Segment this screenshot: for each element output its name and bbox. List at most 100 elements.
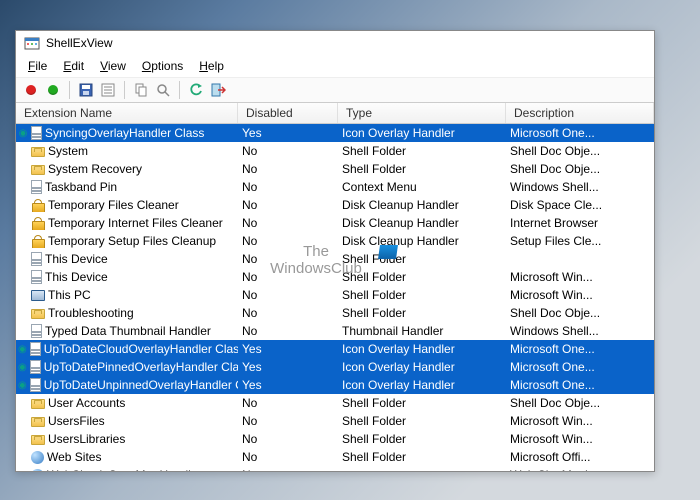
lock-icon <box>31 198 45 212</box>
menu-help[interactable]: Help <box>193 57 230 75</box>
table-row[interactable]: Temporary Files CleanerNoDisk Cleanup Ha… <box>16 196 654 214</box>
type-value: Disk Cleanup Handler <box>338 234 506 248</box>
disabled-value: No <box>238 306 338 320</box>
table-row[interactable]: This DeviceNoShell FolderMicrosoft Win..… <box>16 268 654 286</box>
table-row[interactable]: User AccountsNoShell FolderShell Doc Obj… <box>16 394 654 412</box>
header-type[interactable]: Type <box>338 103 506 123</box>
description-value: Microsoft One... <box>506 126 654 140</box>
extension-name: User Accounts <box>48 396 125 410</box>
disabled-value: No <box>238 144 338 158</box>
find-button[interactable] <box>154 81 172 99</box>
table-row[interactable]: UsersFilesNoShell FolderMicrosoft Win... <box>16 412 654 430</box>
table-row[interactable]: SystemNoShell FolderShell Doc Obje... <box>16 142 654 160</box>
menu-options[interactable]: Options <box>136 57 189 75</box>
extension-name: Temporary Files Cleaner <box>48 198 179 212</box>
disabled-value: No <box>238 432 338 446</box>
lock-icon <box>31 234 45 248</box>
description-value: Windows Shell... <box>506 324 654 338</box>
type-value: Shell Folder <box>338 288 506 302</box>
table-row[interactable]: ◉UpToDateCloudOverlayHandler ClassYesIco… <box>16 340 654 358</box>
description-value: Microsoft Win... <box>506 432 654 446</box>
description-value: Shell Doc Obje... <box>506 306 654 320</box>
save-button[interactable] <box>77 81 95 99</box>
folder-icon <box>31 435 45 445</box>
folder-icon <box>31 309 45 319</box>
description-value: Microsoft Offi... <box>506 450 654 464</box>
extension-name: Troubleshooting <box>48 306 134 320</box>
extension-name: Web Sites <box>47 450 101 464</box>
folder-icon <box>31 417 45 427</box>
disable-button[interactable] <box>22 81 40 99</box>
disabled-value: No <box>238 234 338 248</box>
table-row[interactable]: ◉SyncingOverlayHandler ClassYesIcon Over… <box>16 124 654 142</box>
table-row[interactable]: Troubleshooting NoShell FolderShell Doc O… <box>16 304 654 322</box>
table-row[interactable]: WebCheck SyncMgr HandlerNoWeb Site Moni.… <box>16 466 654 471</box>
type-value: Shell Folder <box>338 252 506 266</box>
table-row[interactable]: This PCNoShell FolderMicrosoft Win... <box>16 286 654 304</box>
extension-name: Temporary Setup Files Cleanup <box>48 234 216 248</box>
description-value: Shell Doc Obje... <box>506 396 654 410</box>
page-icon <box>31 126 42 140</box>
table-row[interactable]: System RecoveryNoShell FolderShell Doc O… <box>16 160 654 178</box>
disabled-value: Yes <box>238 378 338 392</box>
extension-name: Temporary Internet Files Cleaner <box>48 216 223 230</box>
type-value: Shell Folder <box>338 432 506 446</box>
disabled-value: No <box>238 288 338 302</box>
type-value: Context Menu <box>338 180 506 194</box>
table-row[interactable]: Typed Data Thumbnail HandlerNoThumbnail … <box>16 322 654 340</box>
copy-button[interactable] <box>132 81 150 99</box>
lock-icon <box>31 216 45 230</box>
type-value: Shell Folder <box>338 270 506 284</box>
type-value: Shell Folder <box>338 306 506 320</box>
globe-icon <box>31 469 44 472</box>
description-value: Disk Space Cle... <box>506 198 654 212</box>
app-window: ShellExView File Edit View Options Help <box>15 30 655 472</box>
extension-name: Typed Data Thumbnail Handler <box>45 324 211 338</box>
row-marker-icon: ◉ <box>18 380 27 391</box>
extension-name: WebCheck SyncMgr Handler <box>47 468 202 471</box>
disabled-value: Yes <box>238 126 338 140</box>
extension-name: System <box>48 144 88 158</box>
refresh-button[interactable] <box>187 81 205 99</box>
table-row[interactable]: ◉UpToDateUnpinnedOverlayHandler Cl...Yes… <box>16 376 654 394</box>
description-value: Microsoft One... <box>506 378 654 392</box>
exit-button[interactable] <box>209 81 227 99</box>
description-value: Setup Files Cle... <box>506 234 654 248</box>
enable-button[interactable] <box>44 81 62 99</box>
table-row[interactable]: Temporary Setup Files Cleanup NoDisk Clea… <box>16 232 654 250</box>
table-row[interactable]: ◉UpToDatePinnedOverlayHandler ClassYesIc… <box>16 358 654 376</box>
menu-view[interactable]: View <box>94 57 132 75</box>
extension-name: This PC <box>48 288 91 302</box>
header-extension-name[interactable]: Extension Name <box>16 103 238 123</box>
disabled-value: No <box>238 450 338 464</box>
extension-name: System Recovery <box>48 162 142 176</box>
extension-name: This Device <box>45 270 108 284</box>
table-row[interactable]: Taskband PinNoContext MenuWindows Shell.… <box>16 178 654 196</box>
menu-file[interactable]: File <box>22 57 53 75</box>
folder-icon <box>31 399 45 409</box>
disabled-value: No <box>238 162 338 176</box>
properties-button[interactable] <box>99 81 117 99</box>
extension-name: SyncingOverlayHandler Class <box>45 126 204 140</box>
titlebar[interactable]: ShellExView <box>16 31 654 55</box>
description-value: Microsoft Win... <box>506 270 654 284</box>
header-disabled[interactable]: Disabled <box>238 103 338 123</box>
page-icon <box>30 360 41 374</box>
row-marker-icon: ◉ <box>18 128 28 139</box>
page-icon <box>31 270 42 284</box>
type-value: Disk Cleanup Handler <box>338 198 506 212</box>
toolbar <box>16 77 654 103</box>
table-row[interactable]: Web Sites NoShell FolderMicrosoft Offi... <box>16 448 654 466</box>
table-row[interactable]: This DeviceNoShell Folder <box>16 250 654 268</box>
type-value: Icon Overlay Handler <box>338 360 506 374</box>
menu-edit[interactable]: Edit <box>57 57 90 75</box>
table-row[interactable]: Temporary Internet Files CleanerNoDisk C… <box>16 214 654 232</box>
type-value: Shell Folder <box>338 450 506 464</box>
table-row[interactable]: UsersLibrariesNoShell FolderMicrosoft Wi… <box>16 430 654 448</box>
disabled-value: Yes <box>238 360 338 374</box>
extension-name: UpToDateCloudOverlayHandler Class <box>44 342 238 356</box>
type-value: Thumbnail Handler <box>338 324 506 338</box>
header-description[interactable]: Description <box>506 103 654 123</box>
description-value: Windows Shell... <box>506 180 654 194</box>
row-marker-icon: ◉ <box>18 344 27 355</box>
